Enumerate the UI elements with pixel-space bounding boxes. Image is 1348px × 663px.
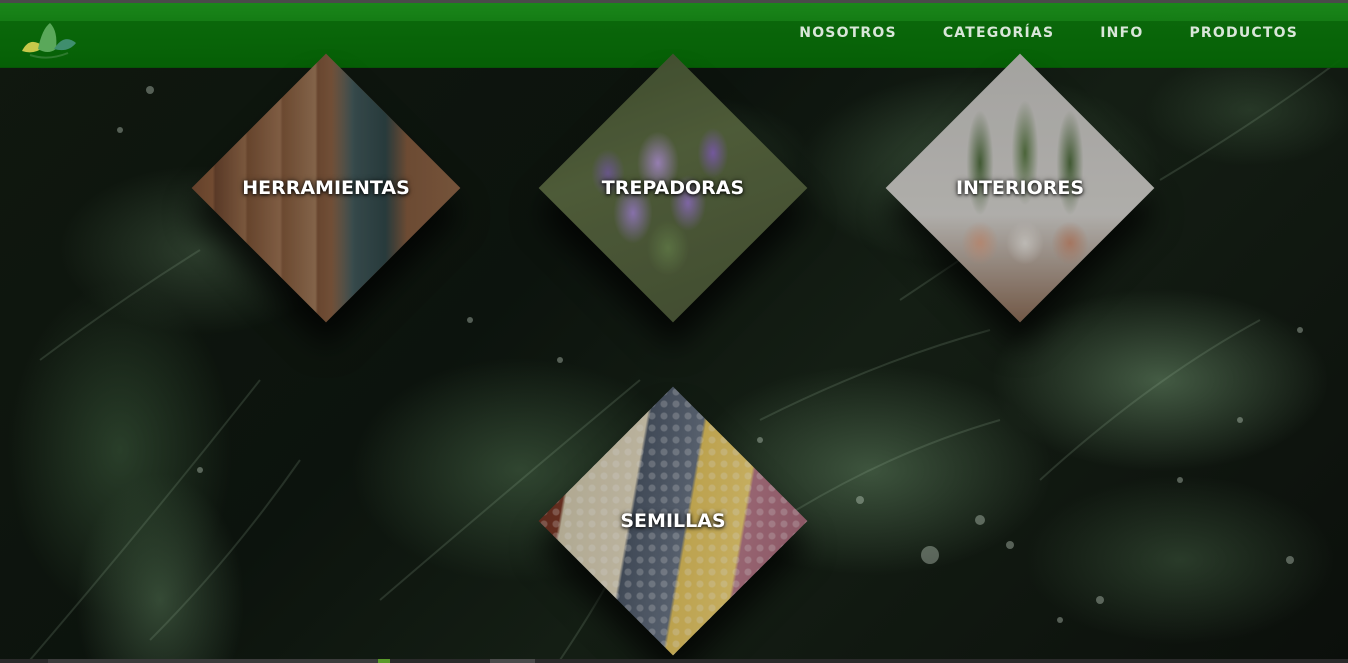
potted-snake-plants-image — [885, 53, 1155, 323]
leaf-lotus-logo-icon[interactable] — [16, 21, 80, 65]
category-interiores[interactable]: INTERIORES — [885, 53, 1155, 323]
nav-link-nosotros[interactable]: NOSOTROS — [799, 25, 897, 41]
nav-link-productos[interactable]: PRODUCTOS — [1189, 25, 1298, 41]
image-overlay — [538, 386, 808, 656]
navbar-highlight — [0, 3, 1348, 21]
nav-link-info[interactable]: INFO — [1100, 25, 1143, 41]
category-tile-interiores[interactable] — [885, 53, 1155, 323]
assorted-seeds-image — [538, 386, 808, 656]
wisteria-vines-image — [538, 53, 808, 323]
garden-tools-image — [191, 53, 461, 323]
category-semillas[interactable]: SEMILLAS — [538, 386, 808, 656]
category-tile-semillas[interactable] — [538, 386, 808, 656]
category-tile-trepadoras[interactable] — [538, 53, 808, 323]
nav-link-categorias[interactable]: CATEGORÍAS — [943, 25, 1054, 41]
category-herramientas[interactable]: HERRAMIENTAS — [191, 53, 461, 323]
image-overlay — [191, 53, 461, 323]
image-overlay — [885, 53, 1155, 323]
scroll-segment — [48, 659, 378, 663]
category-tile-herramientas[interactable] — [191, 53, 461, 323]
page: NOSOTROS CATEGORÍAS INFO PRODUCTOS HERRA… — [0, 0, 1348, 663]
scroll-segment-accent — [378, 659, 390, 663]
nav-menu: NOSOTROS CATEGORÍAS INFO PRODUCTOS — [799, 25, 1298, 41]
scroll-segment — [490, 659, 535, 663]
image-overlay — [538, 53, 808, 323]
category-trepadoras[interactable]: TREPADORAS — [538, 53, 808, 323]
